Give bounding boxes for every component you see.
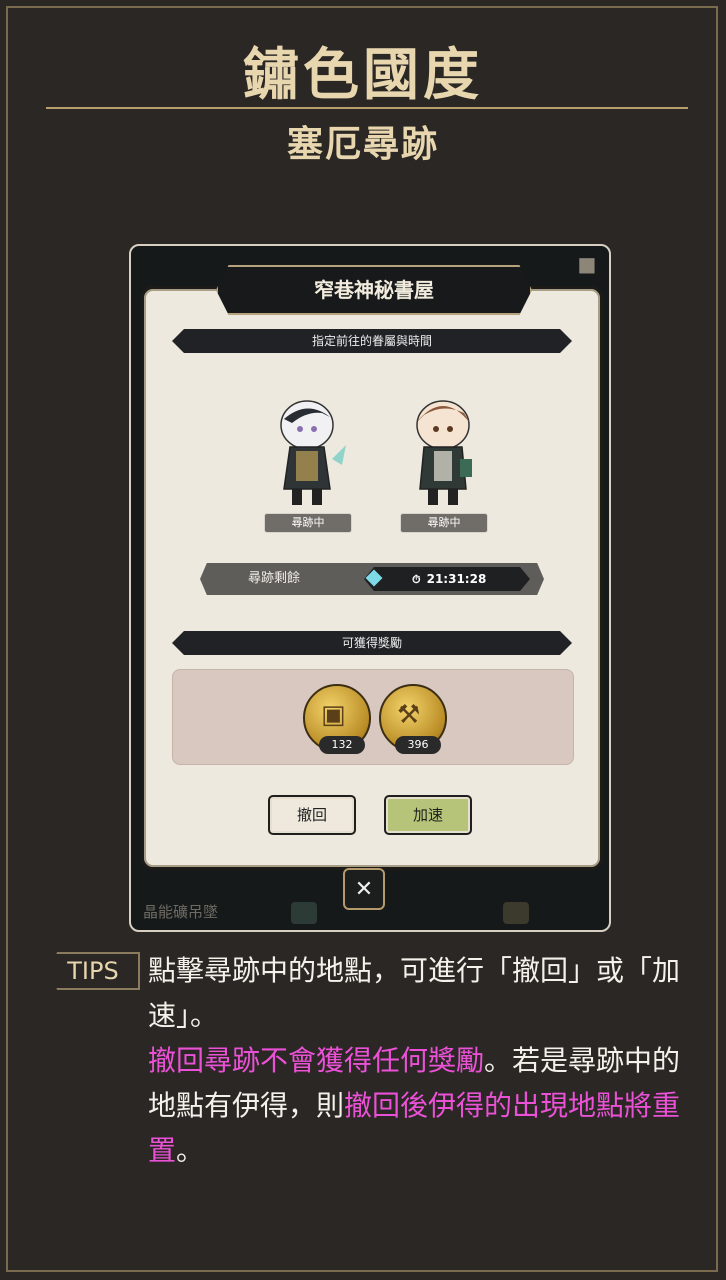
character-white-hair[interactable]: 尋跡中 [262, 389, 352, 533]
character-portrait-icon [280, 400, 346, 505]
speed-up-button[interactable]: 加速 [384, 795, 472, 835]
assign-banner: 指定前往的眷屬與時間 [172, 329, 572, 353]
character-status-badge: 尋跡中 [264, 513, 352, 533]
character-brown-hair[interactable]: 尋跡中 [398, 389, 488, 533]
dialog-title-plate: 窄巷神秘書屋 [216, 265, 532, 315]
close-button[interactable]: ✕ [343, 868, 385, 910]
reward-book-icon[interactable]: ▣ 132 [303, 684, 371, 754]
reward-count: 132 [319, 736, 365, 754]
reward-tools-icon[interactable]: ⚒ 396 [379, 684, 447, 754]
rewards-panel: ▣ 132 ⚒ 396 [172, 669, 574, 765]
diamond-icon [365, 569, 383, 587]
background-decoration [503, 902, 529, 924]
dialog-title: 窄巷神秘書屋 [314, 278, 434, 302]
character-status-badge: 尋跡中 [400, 513, 488, 533]
timer-value-wrap: ⏱ 21:31:28 [412, 567, 487, 591]
tips-line: 點擊尋跡中的地點，可進行「撤回」或「加速」。 [148, 954, 681, 1032]
timer-box: ⏱ 21:31:28 [364, 567, 530, 591]
background-decoration [291, 902, 317, 924]
title-divider [46, 107, 688, 109]
cancel-button[interactable]: 撤回 [268, 795, 356, 835]
timer-value: 21:31:28 [426, 572, 487, 586]
tips-text: 點擊尋跡中的地點，可進行「撤回」或「加速」。 撤回尋跡不會獲得任何獎勵。若是尋跡中… [148, 948, 688, 1173]
remaining-time-label: 尋跡剩餘 [248, 571, 301, 586]
character-portrait-icon [416, 400, 472, 505]
stopwatch-icon: ⏱ [412, 573, 421, 586]
background-item-label: 晶能礦吊墜 [143, 903, 219, 921]
rewards-banner: 可獲得獎勵 [172, 631, 572, 655]
tips-highlight: 撤回尋跡不會獲得任何獎勵 [148, 1044, 485, 1077]
location-dialog: 窄巷神秘書屋 指定前往的眷屬與時間 尋跡中 尋跡中 尋跡剩餘 ⏱ 21:31:2… [141, 265, 603, 870]
book-icon[interactable]: ■ [573, 252, 601, 276]
page-title: 鏽色國度 [243, 43, 483, 108]
reward-count: 396 [395, 736, 441, 754]
game-screenshot: ■ 晶能礦吊墜 窄巷神秘書屋 指定前往的眷屬與時間 尋跡中 尋跡中 尋跡剩餘 ⏱… [129, 244, 611, 932]
tools-icon: ⚒ [397, 700, 421, 730]
page-subtitle: 塞厄尋跡 [286, 124, 439, 165]
remaining-time-row: 尋跡剩餘 ⏱ 21:31:28 [200, 563, 544, 595]
tips-label: TIPS [48, 952, 140, 990]
book-icon: ▣ [321, 700, 346, 730]
tips-line: 。 [176, 1134, 205, 1167]
